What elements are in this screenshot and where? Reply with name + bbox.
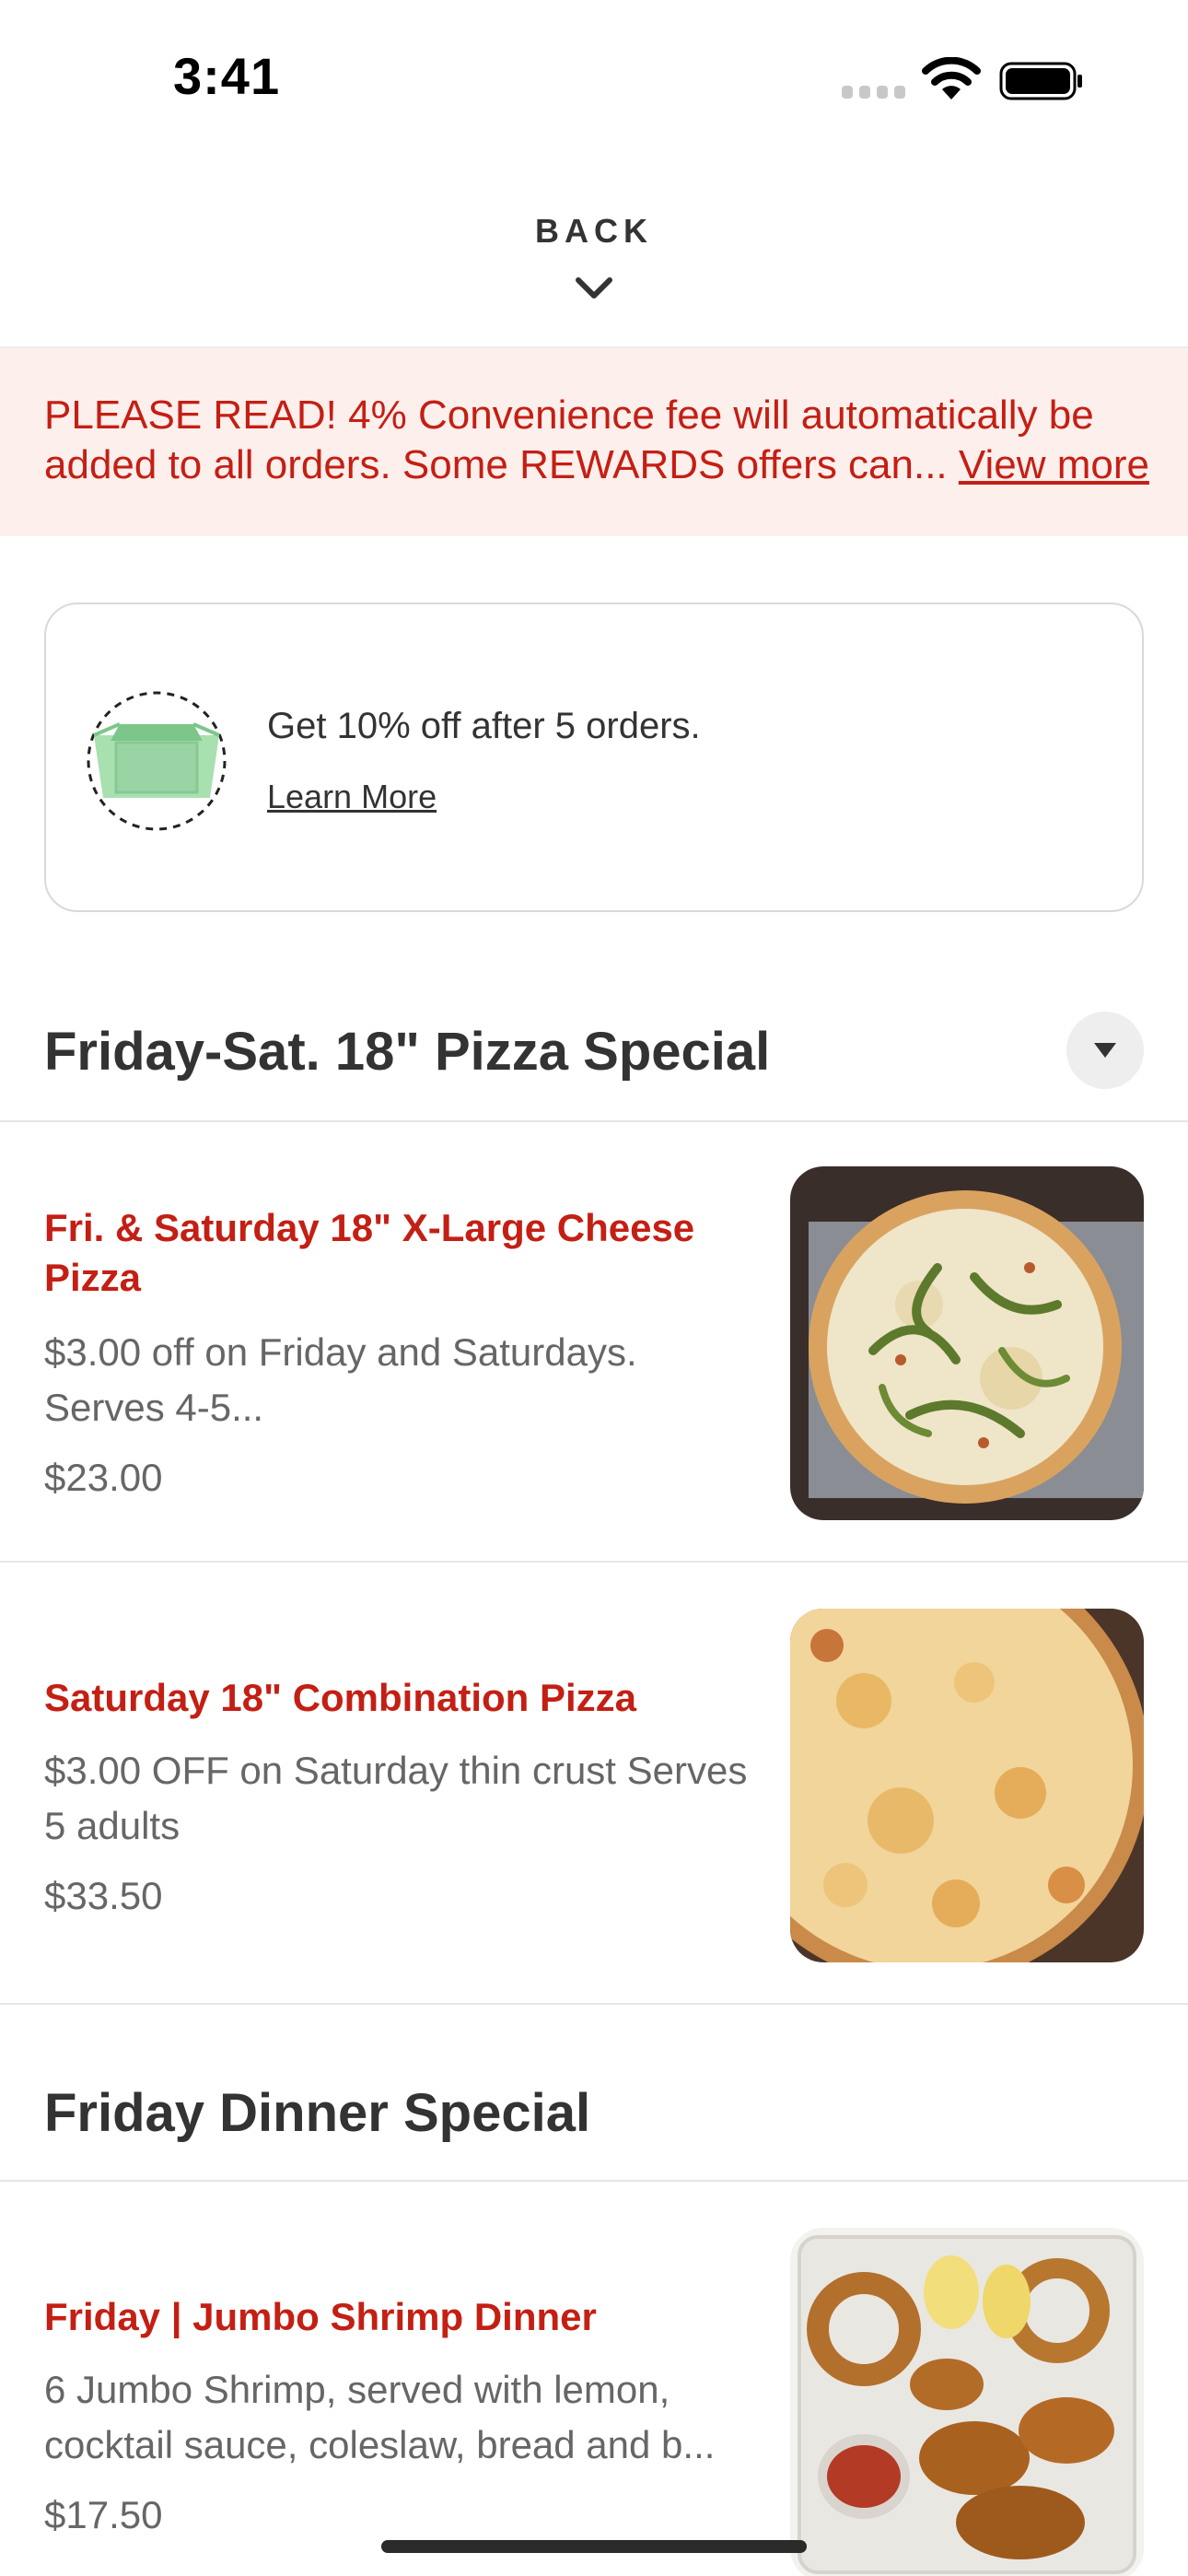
caret-down-icon [1094, 1043, 1116, 1058]
section-title: Friday-Sat. 18" Pizza Special [44, 1022, 771, 1082]
item-name: Friday | Jumbo Shrimp Dinner [44, 2295, 597, 2338]
notice-message: PLEASE READ! 4% Convenience fee will aut… [44, 392, 1094, 487]
item-name: Saturday 18" Combination Pizza [44, 1676, 637, 1719]
item-image [790, 2228, 1144, 2576]
battery-icon [999, 62, 1082, 100]
status-time: 3:41 [173, 47, 281, 105]
takeout-box-icon [87, 691, 227, 831]
rewards-message: Get 10% off after 5 orders. [267, 706, 701, 746]
item-description: 6 Jumbo Shrimp, served with lemon, cockt… [44, 2368, 716, 2466]
rewards-card[interactable]: Get 10% off after 5 orders. Learn More [44, 603, 1144, 912]
item-price: $33.50 [44, 1874, 163, 1917]
cellular-signal-icon [842, 86, 906, 99]
section-divider [0, 1120, 1188, 1122]
wifi-icon [922, 57, 981, 100]
home-indicator [381, 2540, 807, 2553]
item-price: $23.00 [44, 1456, 163, 1499]
learn-more-link[interactable]: Learn More [267, 778, 437, 816]
item-name: Fri. & Saturday 18" X-Large Cheese Pizza [44, 1206, 695, 1299]
item-description: $3.00 off on Friday and Saturdays. Serve… [44, 1330, 637, 1429]
item-description: $3.00 OFF on Saturday thin crust Serves … [44, 1749, 748, 1847]
item-price: $17.50 [44, 2493, 163, 2536]
item-image [790, 1166, 1144, 1520]
status-bar: 3:41 [0, 0, 1188, 157]
back-label: BACK [535, 212, 653, 250]
notice-text: PLEASE READ! 4% Convenience fee will aut… [44, 391, 1149, 490]
section-divider [0, 2180, 1188, 2182]
view-more-link[interactable]: View more [959, 442, 1149, 487]
back-button[interactable]: BACK [0, 212, 1188, 299]
section-title: Friday Dinner Special [44, 2083, 591, 2143]
chevron-down-icon [576, 277, 612, 299]
section-collapse-toggle[interactable] [1066, 1012, 1144, 1089]
item-divider [0, 2003, 1188, 2005]
item-divider [0, 1561, 1188, 1563]
notice-banner: PLEASE READ! 4% Convenience fee will aut… [0, 348, 1188, 536]
item-image [790, 1609, 1144, 1962]
